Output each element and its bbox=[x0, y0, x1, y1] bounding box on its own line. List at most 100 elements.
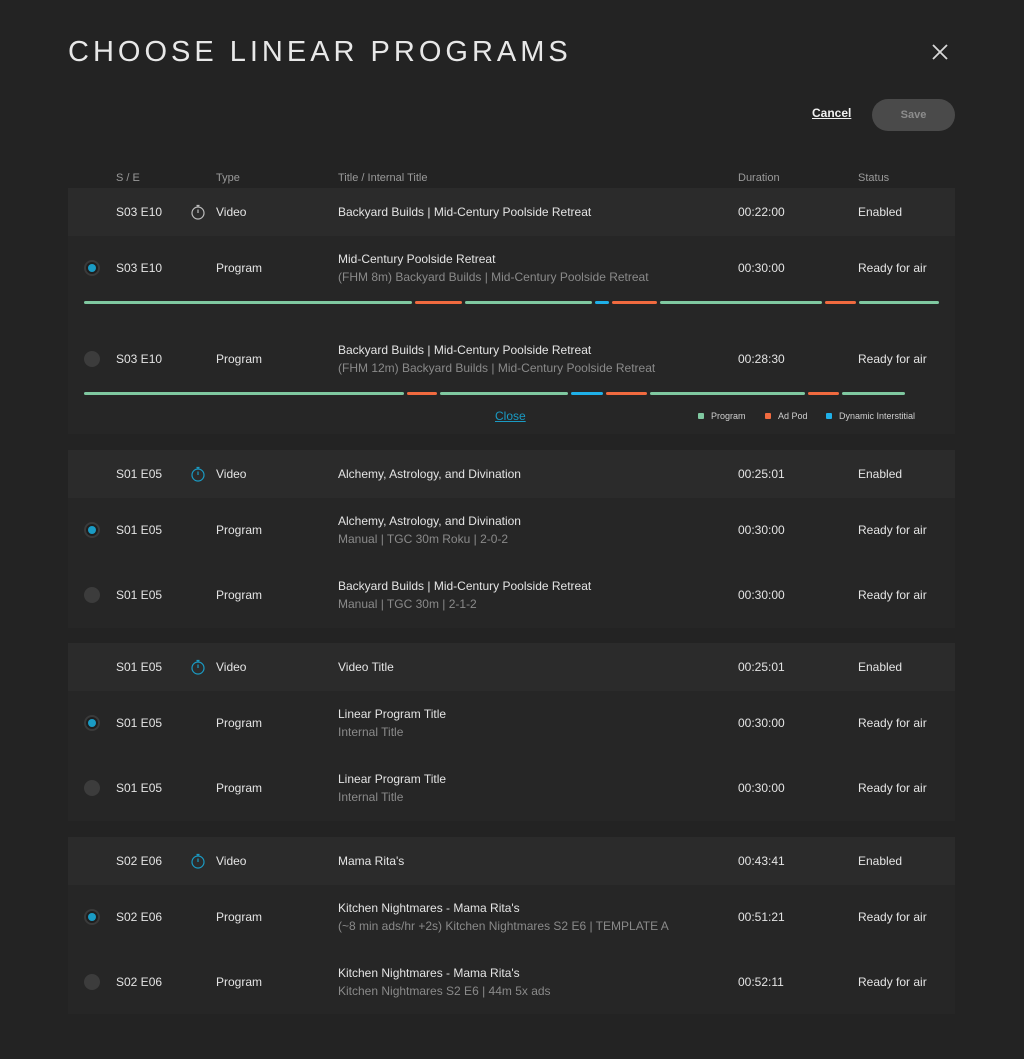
type-cell: Program bbox=[216, 261, 263, 275]
legend-interstitial-label: Dynamic Interstitial bbox=[839, 411, 916, 421]
duration-cell: 00:30:00 bbox=[738, 261, 785, 275]
title-cell: Linear Program Title bbox=[338, 772, 447, 786]
stopwatch-icon bbox=[191, 659, 205, 675]
title-cell: Alchemy, Astrology, and Divination bbox=[338, 514, 521, 528]
internal-title-cell: (FHM 8m) Backyard Builds | Mid-Century P… bbox=[338, 270, 649, 284]
type-cell: Video bbox=[216, 205, 247, 219]
program-row[interactable]: S01 E05 Program Linear Program Title Int… bbox=[68, 755, 955, 821]
se-cell: S01 E05 bbox=[116, 716, 163, 730]
type-cell: Program bbox=[216, 588, 263, 602]
internal-title-cell: (~8 min ads/hr +2s) Kitchen Nightmares S… bbox=[338, 919, 669, 933]
timeline-ad-pod-segment bbox=[407, 392, 437, 395]
title-cell: Backyard Builds | Mid-Century Poolside R… bbox=[338, 205, 592, 219]
type-cell: Program bbox=[216, 975, 263, 989]
timeline-program-segment bbox=[465, 301, 592, 304]
duration-cell: 00:52:11 bbox=[738, 975, 784, 989]
title-cell: Kitchen Nightmares - Mama Rita's bbox=[338, 966, 520, 980]
timeline-ad-pod-segment bbox=[606, 392, 647, 395]
legend-program-swatch bbox=[698, 413, 704, 419]
duration-cell: 00:30:00 bbox=[738, 523, 785, 537]
se-cell: S01 E05 bbox=[116, 467, 163, 481]
status-cell: Ready for air bbox=[858, 523, 927, 537]
close-timeline-link[interactable]: Close bbox=[495, 409, 526, 423]
video-row[interactable]: S02 E06 Video Mama Rita's 00:43:41 Enabl… bbox=[68, 837, 955, 885]
internal-title-cell: Manual | TGC 30m Roku | 2-0-2 bbox=[338, 532, 509, 546]
title-cell: Backyard Builds | Mid-Century Poolside R… bbox=[338, 343, 592, 357]
duration-cell: 00:30:00 bbox=[738, 781, 785, 795]
program-radio[interactable] bbox=[84, 909, 100, 925]
status-cell: Ready for air bbox=[858, 352, 927, 366]
video-row[interactable]: S03 E10 Video Backyard Builds | Mid-Cent… bbox=[68, 188, 955, 236]
save-button[interactable]: Save bbox=[872, 99, 955, 131]
program-group: S01 E05 Video Alchemy, Astrology, and Di… bbox=[68, 450, 955, 628]
duration-cell: 00:43:41 bbox=[738, 854, 785, 868]
stopwatch-icon bbox=[191, 466, 205, 482]
timeline-interstitial-segment bbox=[595, 301, 609, 304]
legend-interstitial-swatch bbox=[826, 413, 832, 419]
se-cell: S02 E06 bbox=[116, 975, 163, 989]
cancel-button[interactable]: Cancel bbox=[812, 106, 851, 120]
type-cell: Video bbox=[216, 854, 247, 868]
program-row[interactable]: S03 E10 Program Mid-Century Poolside Ret… bbox=[68, 236, 955, 434]
program-row[interactable]: S01 E05 Program Alchemy, Astrology, and … bbox=[68, 498, 955, 562]
program-radio[interactable] bbox=[84, 260, 100, 276]
title-cell: Alchemy, Astrology, and Divination bbox=[338, 467, 521, 481]
legend-ad-pod-label: Ad Pod bbox=[778, 411, 808, 421]
timeline-ad-pod-segment bbox=[825, 301, 856, 304]
status-cell: Enabled bbox=[858, 205, 903, 219]
se-cell: S03 E10 bbox=[116, 261, 163, 275]
type-cell: Program bbox=[216, 716, 263, 730]
program-row[interactable]: S02 E06 Program Kitchen Nightmares - Mam… bbox=[68, 949, 955, 1014]
program-row[interactable]: S01 E05 Program Backyard Builds | Mid-Ce… bbox=[68, 562, 955, 628]
stopwatch-icon bbox=[191, 853, 205, 869]
program-radio[interactable] bbox=[84, 780, 100, 796]
title-cell: Backyard Builds | Mid-Century Poolside R… bbox=[338, 579, 592, 593]
status-cell: Enabled bbox=[858, 467, 903, 481]
column-header-se: S / E bbox=[116, 172, 140, 184]
duration-cell: 00:28:30 bbox=[738, 352, 785, 366]
column-header-status: Status bbox=[858, 172, 890, 184]
internal-title-cell: Kitchen Nightmares S2 E6 | 44m 5x ads bbox=[338, 984, 551, 998]
program-radio[interactable] bbox=[84, 587, 100, 603]
type-cell: Video bbox=[216, 467, 247, 481]
timeline-program-segment bbox=[859, 301, 939, 304]
timeline-program-segment bbox=[84, 392, 404, 395]
timeline-interstitial-segment bbox=[571, 392, 603, 395]
timeline-ad-pod-segment bbox=[612, 301, 657, 304]
timeline-program-segment bbox=[440, 392, 568, 395]
status-cell: Ready for air bbox=[858, 781, 927, 795]
se-cell: S01 E05 bbox=[116, 781, 163, 795]
program-radio[interactable] bbox=[84, 522, 100, 538]
stopwatch-icon bbox=[191, 204, 205, 220]
se-cell: S02 E06 bbox=[116, 854, 163, 868]
legend-program-label: Program bbox=[711, 411, 746, 421]
status-cell: Ready for air bbox=[858, 716, 927, 730]
title-cell: Linear Program Title bbox=[338, 707, 447, 721]
column-header-duration: Duration bbox=[738, 172, 780, 184]
legend-ad-pod-swatch bbox=[765, 413, 771, 419]
type-cell: Program bbox=[216, 523, 263, 537]
program-radio[interactable] bbox=[84, 974, 100, 990]
title-cell: Mid-Century Poolside Retreat bbox=[338, 252, 496, 266]
type-cell: Video bbox=[216, 660, 247, 674]
status-cell: Ready for air bbox=[858, 261, 927, 275]
internal-title-cell: Manual | TGC 30m | 2-1-2 bbox=[338, 597, 477, 611]
type-cell: Program bbox=[216, 910, 263, 924]
column-header-title: Title / Internal Title bbox=[338, 172, 428, 184]
program-radio[interactable] bbox=[84, 715, 100, 731]
program-row[interactable]: S02 E06 Program Kitchen Nightmares - Mam… bbox=[68, 885, 955, 949]
program-radio[interactable] bbox=[84, 351, 100, 367]
type-cell: Program bbox=[216, 352, 263, 366]
timeline-program-segment bbox=[84, 301, 412, 304]
page-title: CHOOSE LINEAR PROGRAMS bbox=[68, 36, 572, 68]
timeline-program-segment bbox=[650, 392, 805, 395]
title-cell: Mama Rita's bbox=[338, 854, 405, 868]
timeline-ad-pod-segment bbox=[808, 392, 839, 395]
video-row[interactable]: S01 E05 Video Video Title 00:25:01 Enabl… bbox=[68, 643, 955, 691]
program-row[interactable]: S01 E05 Program Linear Program Title Int… bbox=[68, 691, 955, 755]
close-icon[interactable] bbox=[928, 40, 952, 64]
title-cell: Kitchen Nightmares - Mama Rita's bbox=[338, 901, 520, 915]
program-group: S03 E10 Video Backyard Builds | Mid-Cent… bbox=[68, 188, 955, 434]
se-cell: S01 E05 bbox=[116, 660, 163, 674]
video-row[interactable]: S01 E05 Video Alchemy, Astrology, and Di… bbox=[68, 450, 955, 498]
